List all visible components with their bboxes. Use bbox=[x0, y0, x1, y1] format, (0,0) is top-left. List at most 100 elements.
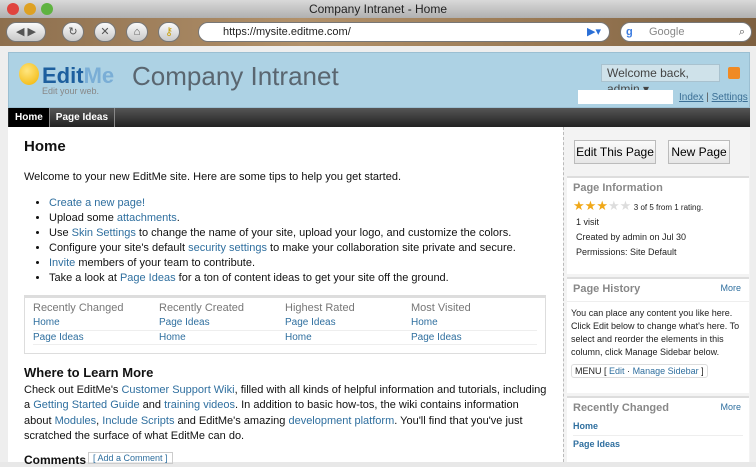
page-list-column: Recently Changed Home Page Ideas bbox=[33, 302, 159, 349]
search-placeholder: Google bbox=[649, 26, 685, 38]
page-link[interactable]: Page Ideas bbox=[33, 332, 84, 343]
recently-changed-panel: Recently Changed More Home Page Ideas bbox=[567, 396, 749, 462]
text: Use bbox=[49, 227, 72, 240]
tip-item: Configure your site's default security s… bbox=[49, 241, 516, 256]
page-link[interactable]: Home bbox=[33, 317, 60, 328]
recent-link[interactable]: Home bbox=[573, 421, 598, 431]
permissions: Permissions: Site Default bbox=[576, 247, 677, 257]
link[interactable]: Modules bbox=[55, 415, 97, 427]
text: Check out EditMe's bbox=[24, 384, 122, 396]
learn-paragraph: Check out EditMe's Customer Support Wiki… bbox=[24, 383, 549, 444]
star-icon[interactable]: ★ bbox=[585, 198, 597, 213]
back-button[interactable]: ◀ ▶ bbox=[6, 22, 46, 42]
settings-link[interactable]: Settings bbox=[712, 92, 748, 103]
link[interactable]: training videos bbox=[164, 399, 235, 411]
tip-item: Use Skin Settings to change the name of … bbox=[49, 226, 516, 241]
text: to change the name of your site, upload … bbox=[135, 227, 512, 240]
more-link[interactable]: More bbox=[720, 283, 741, 293]
link[interactable]: Page Ideas bbox=[120, 272, 176, 284]
text: Take a look at bbox=[49, 272, 120, 285]
link[interactable]: Invite bbox=[49, 257, 75, 269]
go-icon[interactable]: ▶▾ bbox=[587, 23, 601, 41]
more-link[interactable]: More bbox=[720, 402, 741, 412]
browser-toolbar: ◀ ▶ ↻ ✕ ⌂ ⚷ https://mysite.editme.com/ ▶▾… bbox=[0, 18, 756, 46]
page-list-column: Most Visited Home Page Ideas bbox=[411, 302, 537, 349]
stop-icon[interactable]: ✕ bbox=[94, 22, 116, 42]
page-title: Home bbox=[24, 138, 66, 155]
link[interactable]: Customer Support Wiki bbox=[121, 384, 234, 396]
visit-count: 1 visit bbox=[576, 217, 600, 227]
link[interactable]: Skin Settings bbox=[72, 227, 136, 239]
text: Configure your site's default bbox=[49, 242, 189, 255]
tab-page-ideas[interactable]: Page Ideas bbox=[50, 108, 116, 127]
site-search-input[interactable] bbox=[578, 90, 673, 104]
home-icon[interactable]: ⌂ bbox=[126, 22, 148, 42]
column-heading: Recently Created bbox=[159, 302, 244, 314]
text: . bbox=[176, 212, 180, 225]
add-comment-button[interactable]: [ Add a Comment ] bbox=[88, 452, 173, 464]
zoom-window-button[interactable] bbox=[41, 3, 53, 15]
column-heading: Most Visited bbox=[411, 302, 471, 314]
text: to make your collaboration site private … bbox=[266, 242, 516, 255]
menu-close: ] bbox=[701, 366, 704, 376]
edit-page-button[interactable]: Edit This Page bbox=[574, 140, 656, 164]
link[interactable]: development platform bbox=[288, 415, 394, 427]
tip-item: Take a look at Page Ideas for a ton of c… bbox=[49, 271, 516, 286]
close-window-button[interactable] bbox=[7, 3, 19, 15]
minimize-window-button[interactable] bbox=[24, 3, 36, 15]
link[interactable]: Create a new page! bbox=[49, 197, 145, 209]
star-icon[interactable]: ★ bbox=[620, 198, 632, 213]
address-bar[interactable]: https://mysite.editme.com/ ▶▾ bbox=[198, 22, 610, 42]
created-by: Created by admin on Jul 30 bbox=[576, 232, 687, 242]
column-heading: Highest Rated bbox=[285, 302, 355, 314]
nav-bar: Home Page Ideas bbox=[8, 108, 750, 127]
tips-list: Create a new page! Upload some attachment… bbox=[49, 196, 516, 287]
edit-sidebar-link[interactable]: Edit bbox=[609, 366, 625, 376]
key-icon[interactable]: ⚷ bbox=[158, 22, 180, 42]
page-list-column: Highest Rated Page Ideas Home bbox=[285, 302, 411, 349]
text: Upload some bbox=[49, 212, 117, 225]
link[interactable]: Include Scripts bbox=[102, 415, 174, 427]
panel-title: Page Information bbox=[573, 182, 663, 194]
logo-tagline: Edit your web. bbox=[42, 86, 100, 96]
star-icon[interactable]: ★ bbox=[573, 198, 585, 213]
history-text: You can place any content you like here.… bbox=[571, 308, 740, 357]
site-header: EditMe Edit your web. Company Intranet W… bbox=[8, 52, 750, 108]
link[interactable]: security settings bbox=[188, 242, 267, 254]
tip-item: Invite members of your team to contribut… bbox=[49, 256, 516, 271]
page-history-panel: Page History More You can place any cont… bbox=[567, 277, 749, 393]
tip-item: Upload some attachments. bbox=[49, 211, 516, 226]
url-text: https://mysite.editme.com/ bbox=[223, 26, 351, 38]
recent-link[interactable]: Page Ideas bbox=[573, 439, 620, 449]
tab-home[interactable]: Home bbox=[9, 108, 50, 127]
star-icon[interactable]: ★ bbox=[608, 198, 620, 213]
tip-item: Create a new page! bbox=[49, 196, 516, 211]
index-link[interactable]: Index bbox=[679, 92, 703, 103]
page-link[interactable]: Page Ideas bbox=[411, 332, 462, 343]
rating[interactable]: ★★★★★ 3 of 5 from 1 rating. bbox=[573, 198, 743, 215]
logo-text-me: Me bbox=[83, 63, 115, 88]
search-input[interactable]: g Google ⌕ bbox=[620, 22, 752, 42]
site-title: Company Intranet bbox=[132, 61, 339, 91]
link[interactable]: attachments bbox=[117, 212, 177, 224]
link[interactable]: Getting Started Guide bbox=[33, 399, 139, 411]
new-page-button[interactable]: New Page bbox=[668, 140, 730, 164]
page-link[interactable]: Page Ideas bbox=[285, 317, 336, 328]
page-list-column: Recently Created Page Ideas Home bbox=[159, 302, 285, 349]
text: for a ton of content ideas to get your s… bbox=[175, 272, 449, 285]
page-information-panel: Page Information ★★★★★ 3 of 5 from 1 rat… bbox=[567, 176, 749, 274]
lightbulb-icon bbox=[19, 63, 39, 85]
rss-icon[interactable] bbox=[728, 67, 740, 79]
manage-sidebar-link[interactable]: Manage Sidebar bbox=[633, 366, 699, 376]
page-link[interactable]: Home bbox=[411, 317, 438, 328]
page-link[interactable]: Page Ideas bbox=[159, 317, 210, 328]
star-icon[interactable]: ★ bbox=[596, 198, 608, 213]
separator: · bbox=[627, 366, 631, 376]
column-heading: Recently Changed bbox=[33, 302, 124, 314]
text: and EditMe's amazing bbox=[174, 414, 289, 427]
reload-icon[interactable]: ↻ bbox=[62, 22, 84, 42]
page-link[interactable]: Home bbox=[159, 332, 186, 343]
menu-label: MENU [ bbox=[575, 366, 607, 376]
page-link[interactable]: Home bbox=[285, 332, 312, 343]
user-menu-dropdown[interactable]: Welcome back, admin ▾ bbox=[601, 64, 720, 96]
